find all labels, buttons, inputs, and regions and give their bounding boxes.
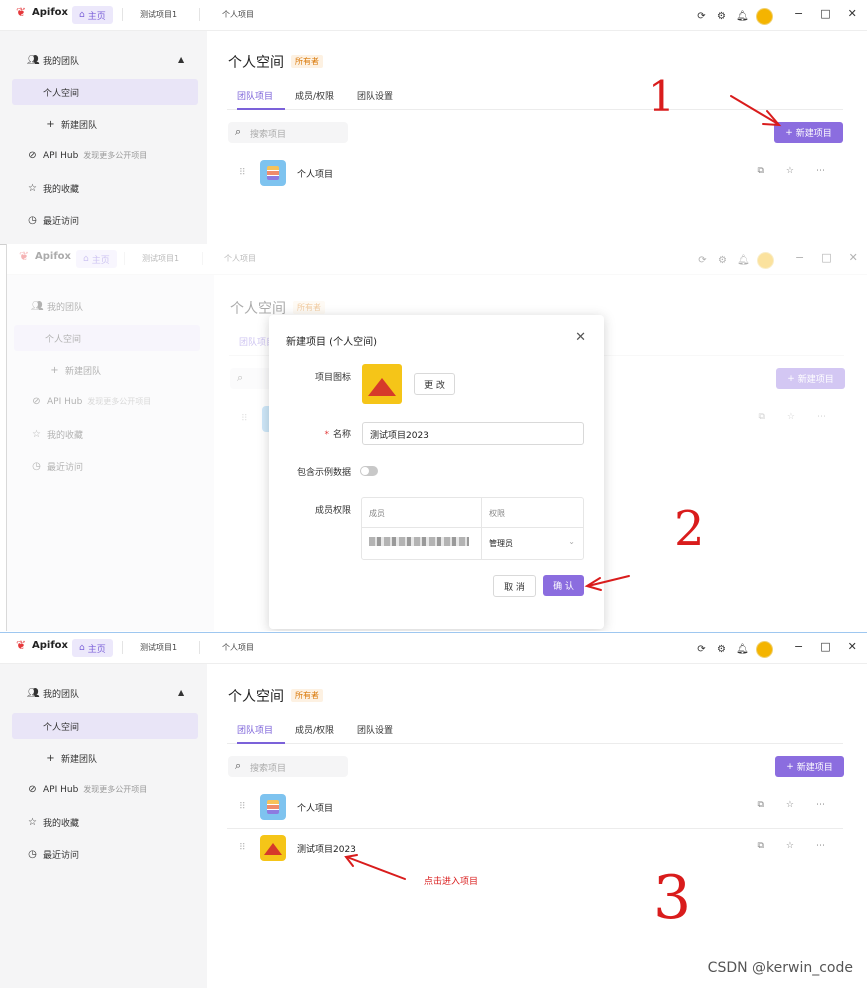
arrow-to-new-project [730,95,779,125]
arrow-to-new-project-row [346,856,406,880]
arrowhead-icon [762,110,782,127]
watermark: CSDN @kerwin_code [707,960,853,976]
annotation-arrows [344,95,782,880]
